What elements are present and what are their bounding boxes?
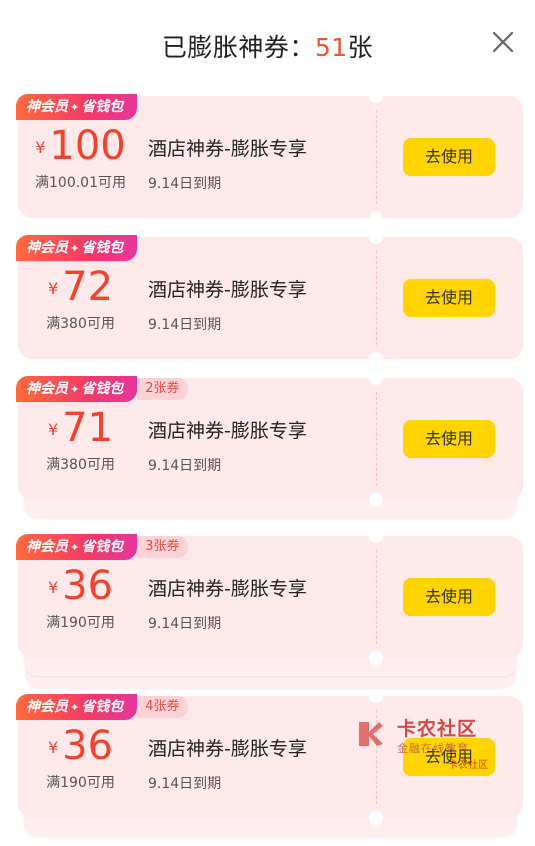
expiry-date: 9.14日到期 [148, 317, 222, 333]
wallet-tag-label: 省钱包 [81, 99, 124, 115]
ticket-notch-bottom [369, 811, 383, 825]
close-icon [492, 31, 514, 53]
coupon-amount: ¥72 [18, 265, 143, 309]
stacked-coupon-edge [24, 816, 517, 836]
wallet-tag-label: 省钱包 [81, 539, 124, 555]
member-tag-label: 神会员 [26, 240, 68, 256]
expiry-date: 9.14日到期 [148, 176, 222, 192]
coupon-card: 神会员 ✦ 省钱包 4张券 ¥36 满190可用 酒店神券-膨胀专享 9.14日到期… [16, 689, 523, 846]
coupon-body: 神会员 ✦ 省钱包 ¥100 满100.01可用 酒店神券-膨胀专享 9.14日到期… [16, 89, 523, 225]
dialog-title: 已膨胀神券：51张 [0, 28, 535, 64]
expiry-date: 9.14日到期 [148, 616, 222, 632]
currency-symbol: ¥ [47, 578, 59, 597]
member-tag-label: 神会员 [26, 381, 68, 397]
coupon-body: 神会员 ✦ 省钱包 4张券 ¥36 满190可用 酒店神券-膨胀专享 9.14日到期… [16, 689, 523, 825]
wallet-tag-label: 省钱包 [81, 699, 124, 715]
coupon-amount: ¥36 [18, 724, 143, 768]
coupon-name: 酒店神券-膨胀专享 [148, 578, 307, 600]
coupon-body: 神会员 ✦ 省钱包 ¥72 满380可用 酒店神券-膨胀专享 9.14日到期 去使用 [16, 230, 523, 366]
multi-coupon-badge: 2张券 [137, 378, 188, 400]
member-tag: 神会员 ✦ 省钱包 [16, 694, 138, 720]
ticket-divider [376, 392, 377, 486]
coupon-tag-row: 神会员 ✦ 省钱包 2张券 [16, 376, 188, 402]
coupon-amount: ¥71 [18, 406, 143, 450]
ticket-divider [376, 550, 377, 644]
amount-value: 71 [62, 405, 114, 451]
close-button[interactable] [489, 28, 517, 56]
ticket-notch-bottom [369, 211, 383, 225]
ticket-notch-top [369, 230, 383, 244]
diamond-star-icon: ✦ [70, 701, 80, 714]
currency-symbol: ¥ [35, 138, 46, 157]
usage-condition: 满380可用 [46, 316, 115, 332]
amount-value: 36 [62, 723, 114, 769]
use-coupon-button[interactable]: 去使用 [403, 279, 495, 317]
diamond-star-icon: ✦ [70, 541, 80, 554]
usage-condition: 满380可用 [46, 457, 115, 473]
stacked-coupon-edge [24, 656, 517, 676]
ticket-divider [376, 251, 377, 345]
diamond-star-icon: ✦ [70, 101, 80, 114]
ticket-notch-bottom [369, 493, 383, 507]
usage-condition: 满100.01可用 [35, 175, 126, 191]
coupon-tag-row: 神会员 ✦ 省钱包 4张券 [16, 694, 188, 720]
dialog-header: 已膨胀神券：51张 [0, 0, 535, 88]
coupon-amount: ¥100 [18, 124, 143, 168]
member-tag: 神会员 ✦ 省钱包 [16, 94, 138, 120]
coupon-tag-row: 神会员 ✦ 省钱包 [16, 94, 138, 120]
currency-symbol: ¥ [47, 420, 59, 439]
amount-value: 100 [49, 123, 126, 169]
ticket-divider [376, 710, 377, 804]
usage-condition: 满190可用 [46, 615, 115, 631]
coupon-card: 神会员 ✦ 省钱包 2张券 ¥71 满380可用 酒店神券-膨胀专享 9.14日到期… [16, 371, 523, 528]
member-tag-label: 神会员 [26, 699, 68, 715]
wallet-tag-label: 省钱包 [81, 381, 124, 397]
use-coupon-button[interactable]: 去使用 [403, 420, 495, 458]
diamond-star-icon: ✦ [70, 242, 80, 255]
coupon-card: 神会员 ✦ 省钱包 ¥100 满100.01可用 酒店神券-膨胀专享 9.14日到期… [16, 89, 523, 246]
amount-value: 36 [62, 563, 114, 609]
ticket-notch-bottom [369, 352, 383, 366]
title-unit: 张 [347, 33, 374, 62]
multi-coupon-badge: 4张券 [137, 696, 188, 718]
member-tag: 神会员 ✦ 省钱包 [16, 235, 138, 261]
coupon-name: 酒店神券-膨胀专享 [148, 138, 307, 160]
wallet-tag-label: 省钱包 [81, 240, 124, 256]
coupon-name: 酒店神券-膨胀专享 [148, 279, 307, 301]
stacked-coupon-edge [24, 498, 517, 518]
expiry-date: 9.14日到期 [148, 458, 222, 474]
coupon-body: 神会员 ✦ 省钱包 2张券 ¥71 满380可用 酒店神券-膨胀专享 9.14日到期… [16, 371, 523, 507]
ticket-divider [376, 110, 377, 204]
coupon-tag-row: 神会员 ✦ 省钱包 3张券 [16, 534, 188, 560]
coupon-card: 神会员 ✦ 省钱包 3张券 ¥36 满190可用 酒店神券-膨胀专享 9.14日到期… [16, 529, 523, 688]
member-tag: 神会员 ✦ 省钱包 [16, 534, 138, 560]
expiry-date: 9.14日到期 [148, 776, 222, 792]
member-tag-label: 神会员 [26, 99, 68, 115]
currency-symbol: ¥ [47, 738, 59, 757]
member-tag-label: 神会员 [26, 539, 68, 555]
currency-symbol: ¥ [47, 279, 59, 298]
ticket-notch-top [369, 689, 383, 703]
use-coupon-button[interactable]: 去使用 [403, 138, 495, 176]
coupon-count: 51 [314, 33, 348, 62]
coupon-amount: ¥36 [18, 564, 143, 608]
ticket-notch-top [369, 529, 383, 543]
ticket-notch-bottom [369, 651, 383, 665]
coupon-card: 神会员 ✦ 省钱包 ¥72 满380可用 酒店神券-膨胀专享 9.14日到期 去使用 [16, 230, 523, 387]
amount-value: 72 [62, 264, 114, 310]
title-text: 已膨胀神券： [161, 33, 315, 62]
coupon-name: 酒店神券-膨胀专享 [148, 738, 307, 760]
diamond-star-icon: ✦ [70, 383, 80, 396]
use-coupon-button[interactable]: 去使用 [403, 578, 495, 616]
member-tag: 神会员 ✦ 省钱包 [16, 376, 138, 402]
multi-coupon-badge: 3张券 [137, 536, 188, 558]
coupon-body: 神会员 ✦ 省钱包 3张券 ¥36 满190可用 酒店神券-膨胀专享 9.14日到期… [16, 529, 523, 665]
ticket-notch-top [369, 371, 383, 385]
coupon-name: 酒店神券-膨胀专享 [148, 420, 307, 442]
use-coupon-button[interactable]: 去使用 [403, 738, 495, 776]
usage-condition: 满190可用 [46, 775, 115, 791]
ticket-notch-top [369, 89, 383, 103]
coupon-tag-row: 神会员 ✦ 省钱包 [16, 235, 138, 261]
